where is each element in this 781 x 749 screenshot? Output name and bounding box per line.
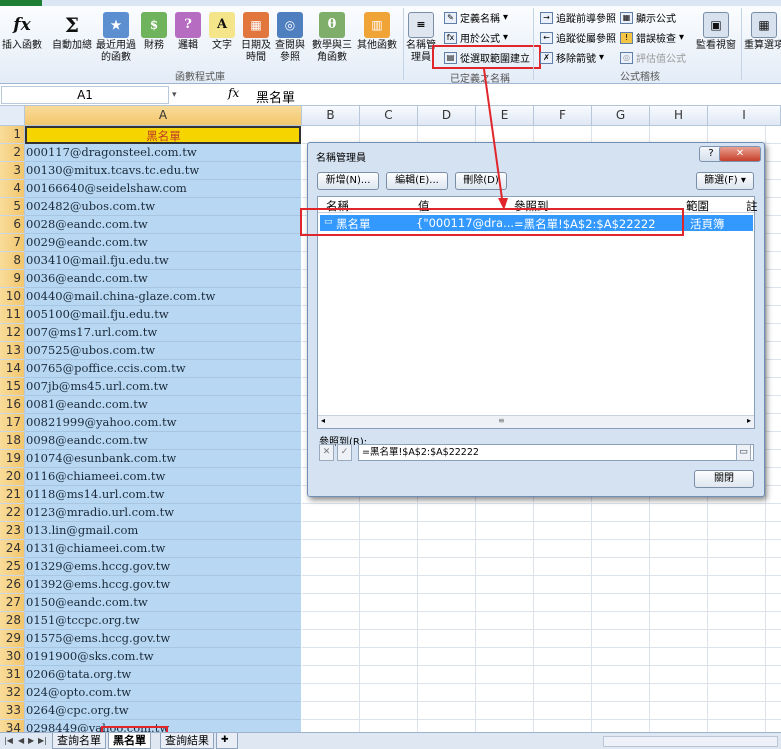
prev-sheet-icon[interactable]: ◀: [18, 736, 24, 745]
annotation-arrow: [483, 68, 508, 210]
sheet-tab-blacklist[interactable]: 黑名單: [108, 733, 151, 749]
next-sheet-icon[interactable]: ▶: [28, 736, 34, 745]
first-sheet-icon[interactable]: |◀: [4, 736, 13, 745]
sheet-tabs-bar: |◀ ◀ ▶ ▶| 查詢名單 黑名單 查詢結果 ✚: [0, 732, 781, 749]
sheet-tab-query-list[interactable]: 查詢名單: [52, 733, 106, 749]
insert-sheet-icon[interactable]: ✚: [216, 733, 238, 749]
sheet-horizontal-scrollbar[interactable]: [603, 736, 778, 747]
last-sheet-icon[interactable]: ▶|: [38, 736, 47, 745]
sheet-tab-query-results[interactable]: 查詢結果: [160, 733, 214, 749]
